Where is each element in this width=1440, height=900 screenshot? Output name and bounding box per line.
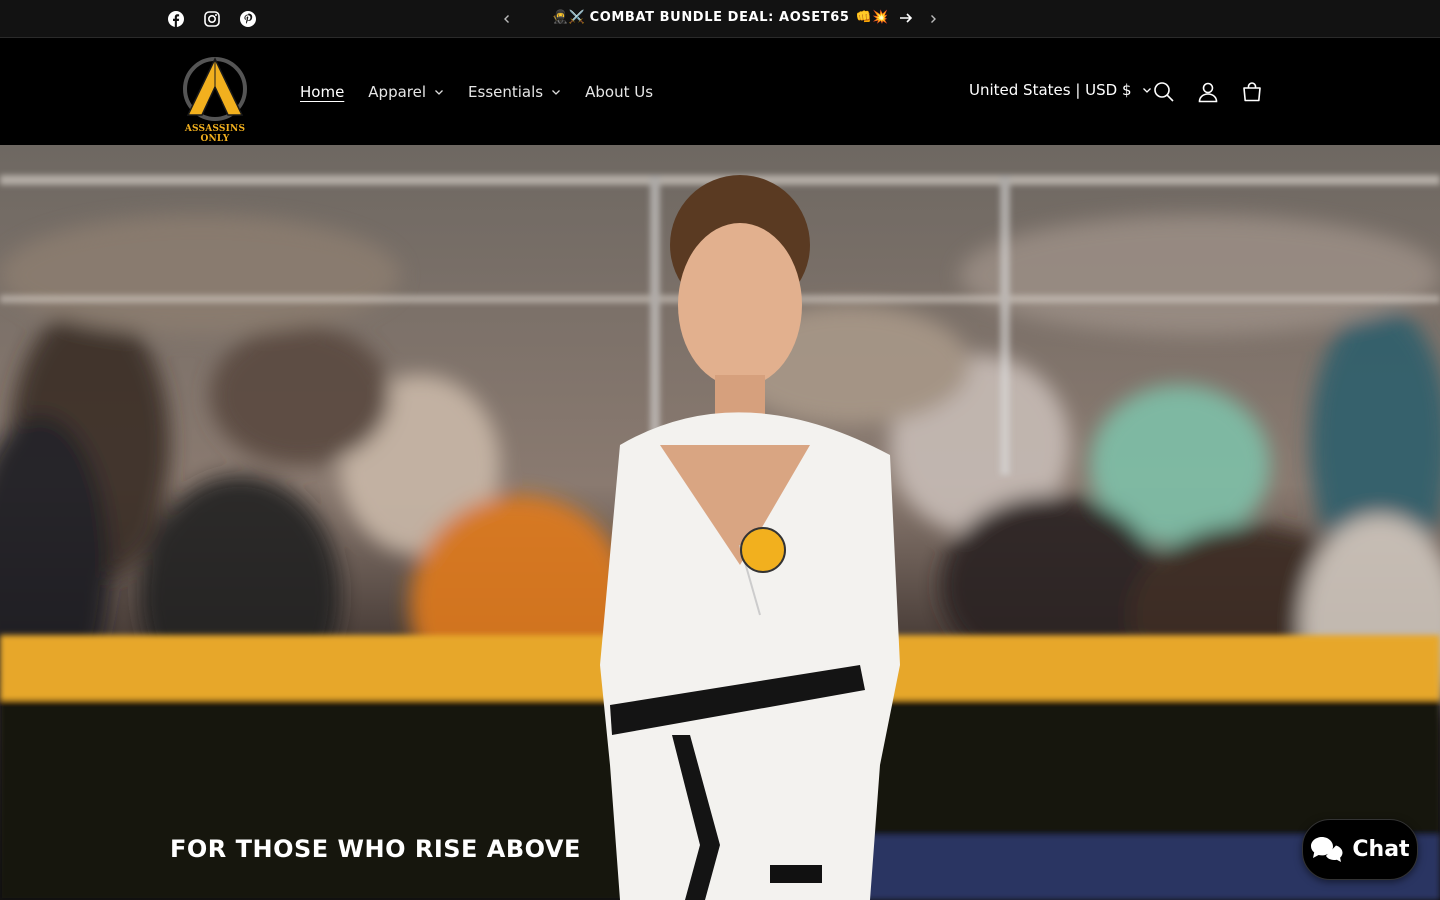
hero-title: FOR THOSE WHO RISE ABOVE bbox=[170, 835, 581, 863]
chat-label: Chat bbox=[1352, 837, 1410, 862]
logo-text: ASSASSINS ONLY bbox=[184, 124, 246, 144]
assassins-only-logo-icon bbox=[183, 57, 247, 121]
cart-button[interactable] bbox=[1240, 80, 1264, 104]
site-header: ASSASSINS ONLY Home Apparel Essentials A… bbox=[0, 39, 1440, 145]
announcement-bar: 🥷⚔️ COMBAT BUNDLE DEAL: AOSET65 👊💥 bbox=[0, 0, 1440, 38]
nav-item-label: Essentials bbox=[468, 83, 544, 101]
announcement-prev-button[interactable] bbox=[496, 8, 518, 30]
nav-item-label: About Us bbox=[585, 83, 654, 101]
chevron-left-icon bbox=[504, 15, 509, 23]
user-icon bbox=[1198, 82, 1218, 103]
chevron-down-icon bbox=[1142, 88, 1151, 93]
chevron-right-icon bbox=[931, 15, 936, 23]
nav-item-label: Apparel bbox=[368, 83, 427, 101]
currency-label: United States | USD $ bbox=[969, 81, 1132, 99]
search-button[interactable] bbox=[1152, 80, 1176, 104]
nav-item-apparel[interactable]: Apparel bbox=[356, 81, 456, 103]
announcement-text: COMBAT BUNDLE DEAL: AOSET65 bbox=[589, 10, 850, 25]
fist-boom-emoji: 👊💥 bbox=[855, 10, 890, 25]
nav-item-home[interactable]: Home bbox=[288, 81, 356, 103]
nav-item-label: Home bbox=[300, 83, 345, 101]
announcement-link[interactable]: 🥷⚔️ COMBAT BUNDLE DEAL: AOSET65 👊💥 bbox=[552, 10, 913, 25]
cart-icon bbox=[1243, 82, 1261, 102]
country-currency-selector[interactable]: United States | USD $ bbox=[969, 81, 1152, 99]
ninja-swords-emoji: 🥷⚔️ bbox=[552, 10, 586, 25]
facebook-icon[interactable] bbox=[166, 9, 186, 29]
logo-link[interactable] bbox=[170, 51, 260, 135]
search-icon bbox=[1154, 82, 1174, 102]
nav-item-about-us[interactable]: About Us bbox=[573, 81, 665, 103]
chevron-down-icon bbox=[435, 90, 443, 95]
main-nav: Home Apparel Essentials About Us bbox=[288, 81, 665, 103]
chat-bubble-icon bbox=[1311, 836, 1343, 862]
announcement-next-button[interactable] bbox=[922, 8, 944, 30]
account-button[interactable] bbox=[1196, 80, 1220, 104]
hero-image bbox=[0, 145, 1440, 900]
chevron-down-icon bbox=[552, 90, 561, 95]
hero-banner: FOR THOSE WHO RISE ABOVE bbox=[0, 145, 1440, 900]
arrow-right-icon bbox=[900, 12, 913, 23]
nav-item-essentials[interactable]: Essentials bbox=[456, 81, 573, 103]
social-links bbox=[166, 9, 258, 29]
chat-button[interactable]: Chat bbox=[1302, 819, 1418, 880]
pinterest-icon[interactable] bbox=[238, 9, 258, 29]
instagram-icon[interactable] bbox=[202, 9, 222, 29]
